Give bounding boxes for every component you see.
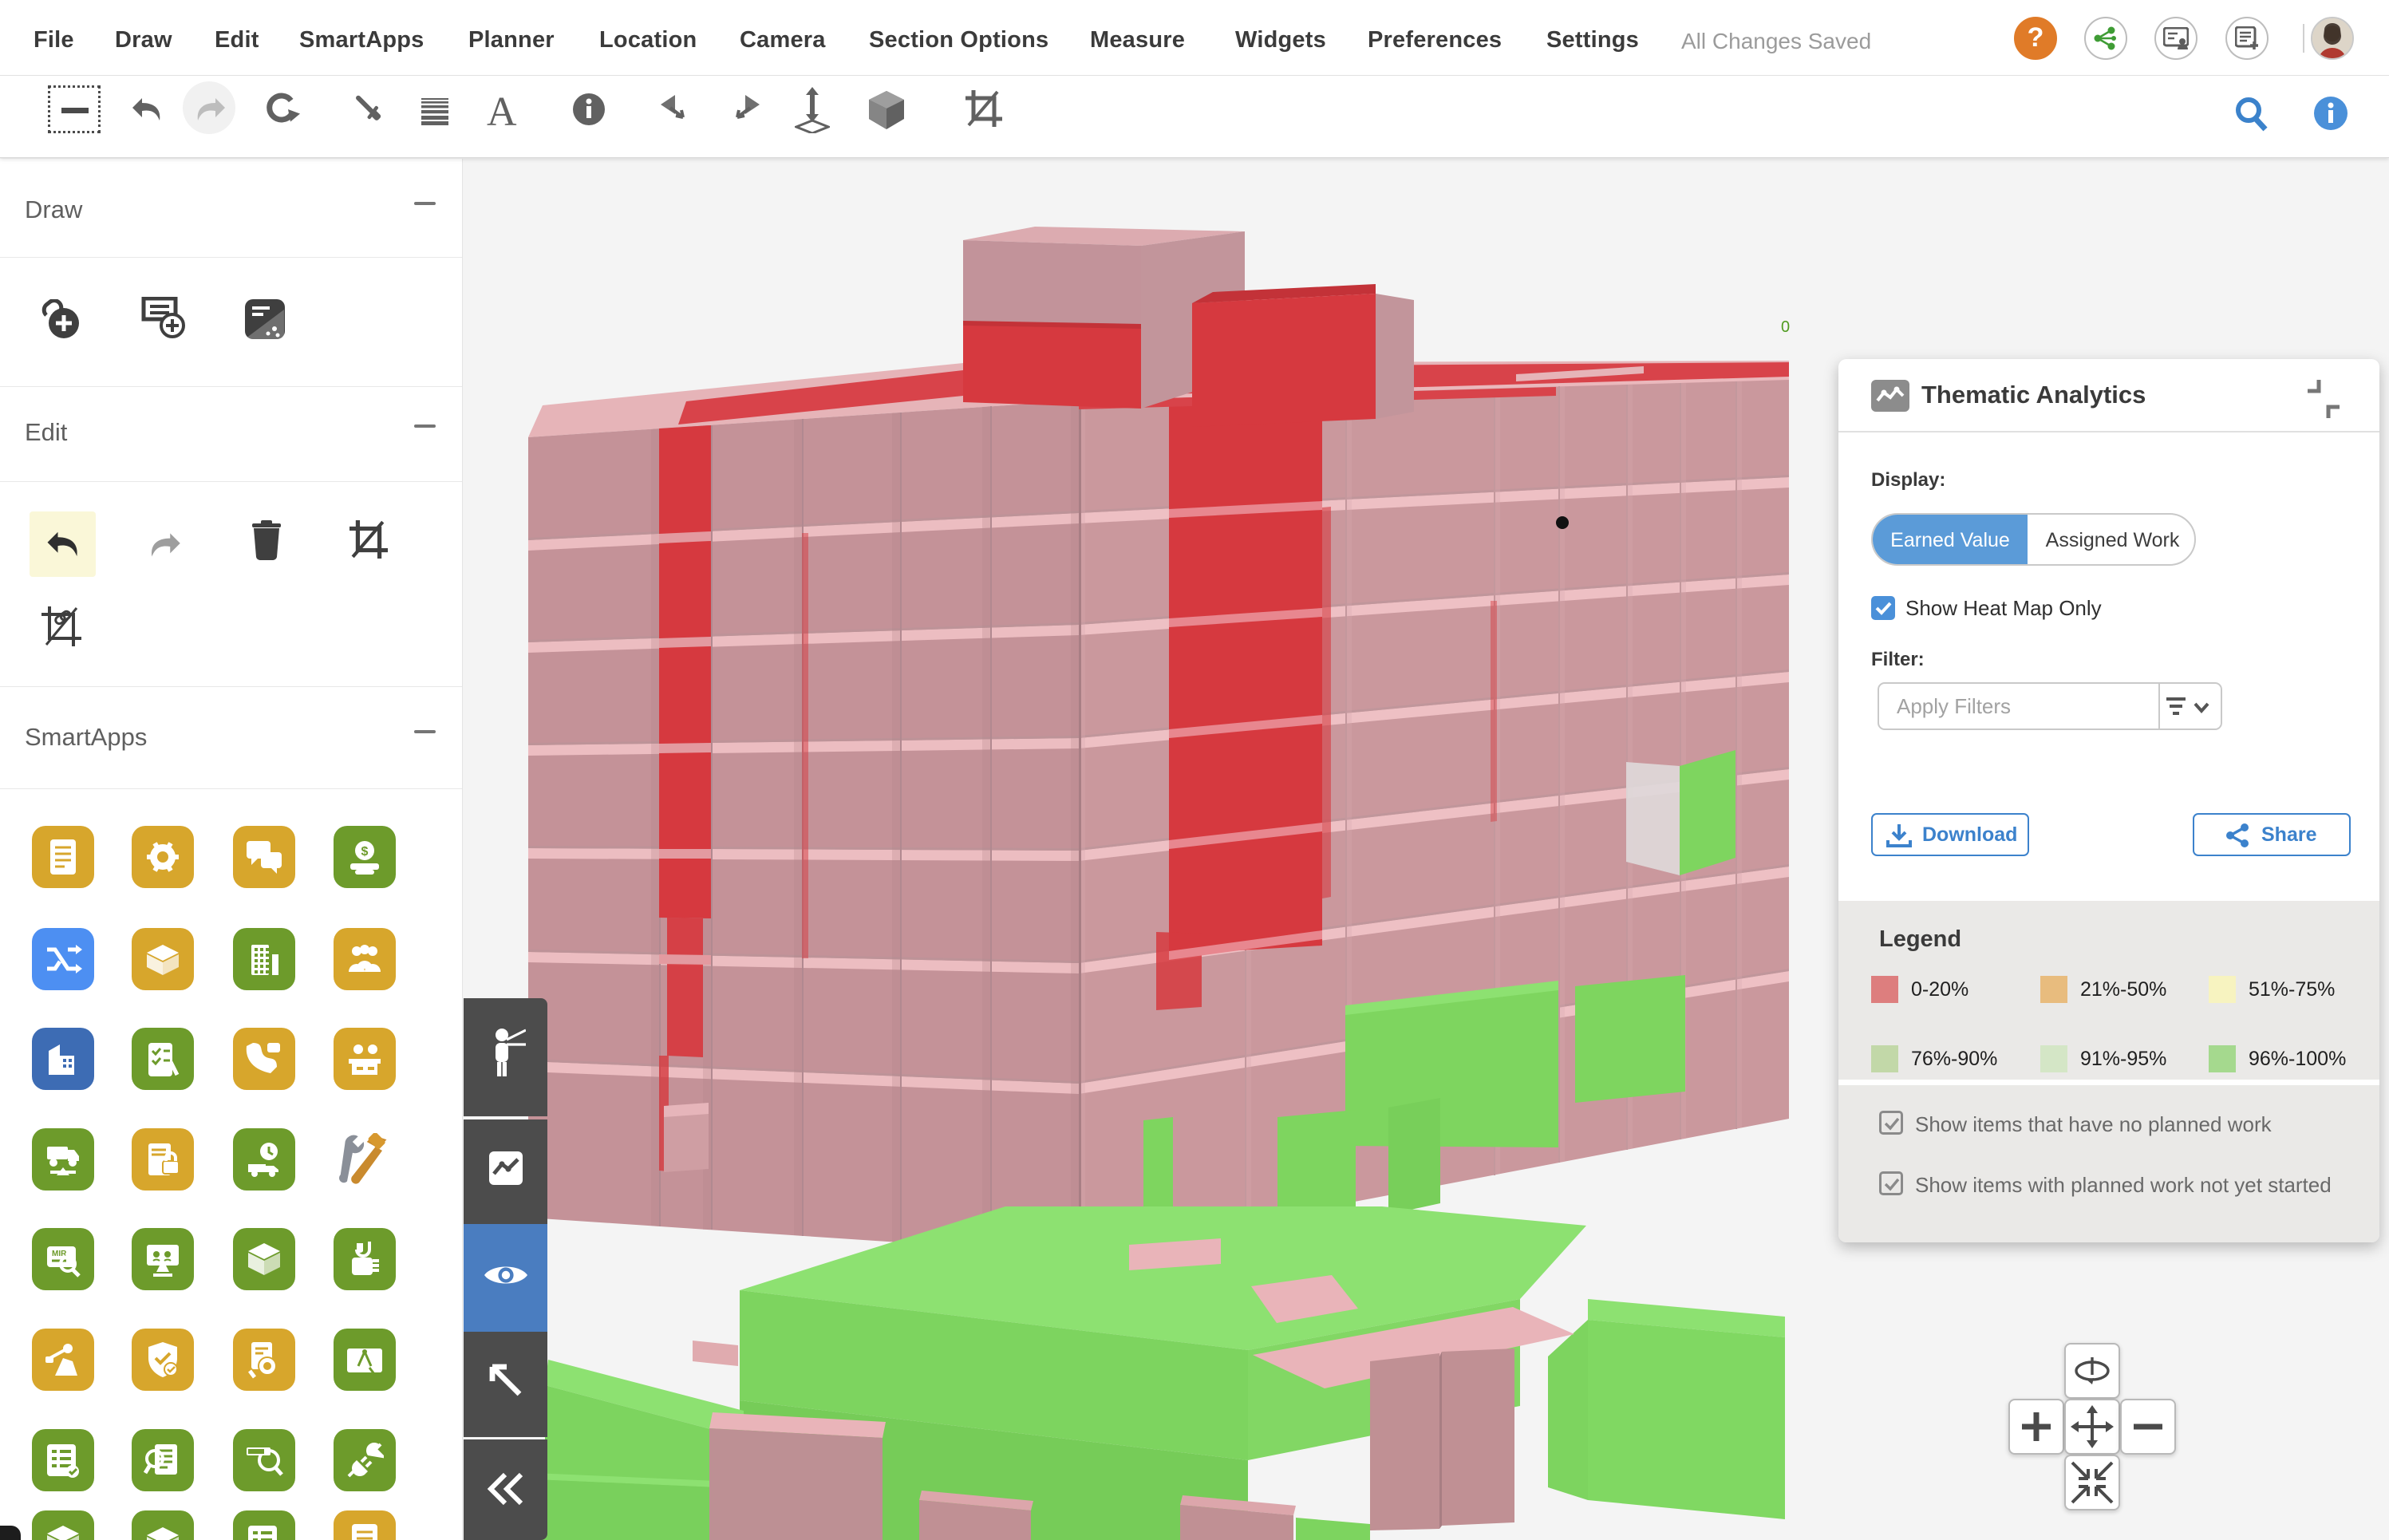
svg-text:0: 0 bbox=[1781, 318, 1790, 336]
svg-text:$: $ bbox=[361, 845, 369, 859]
